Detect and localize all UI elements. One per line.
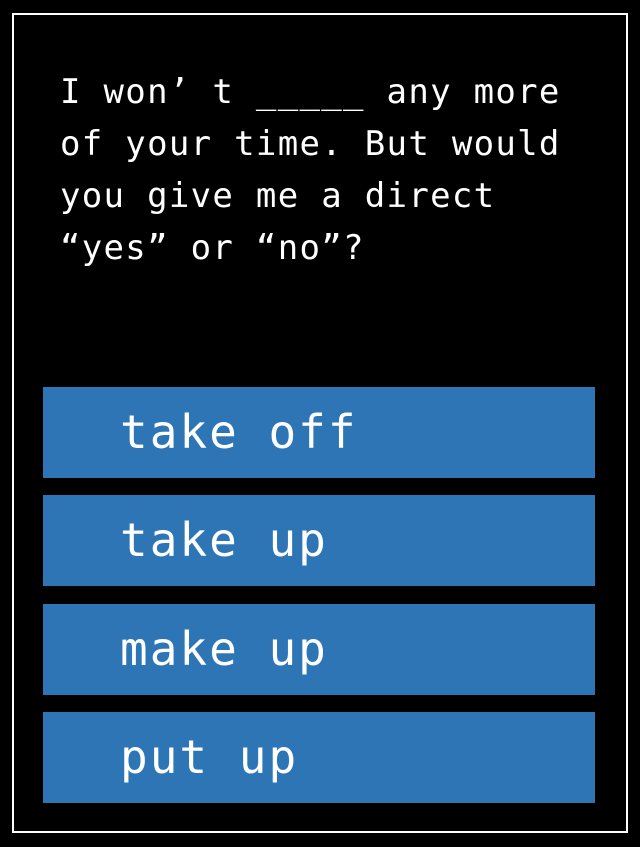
question-text: I won’ t _____ any more of your time. Bu… bbox=[60, 72, 561, 268]
option-put-up[interactable]: put up bbox=[43, 712, 595, 803]
option-make-up[interactable]: make up bbox=[43, 604, 595, 695]
option-take-off[interactable]: take off bbox=[43, 387, 595, 478]
option-take-up[interactable]: take up bbox=[43, 495, 595, 586]
